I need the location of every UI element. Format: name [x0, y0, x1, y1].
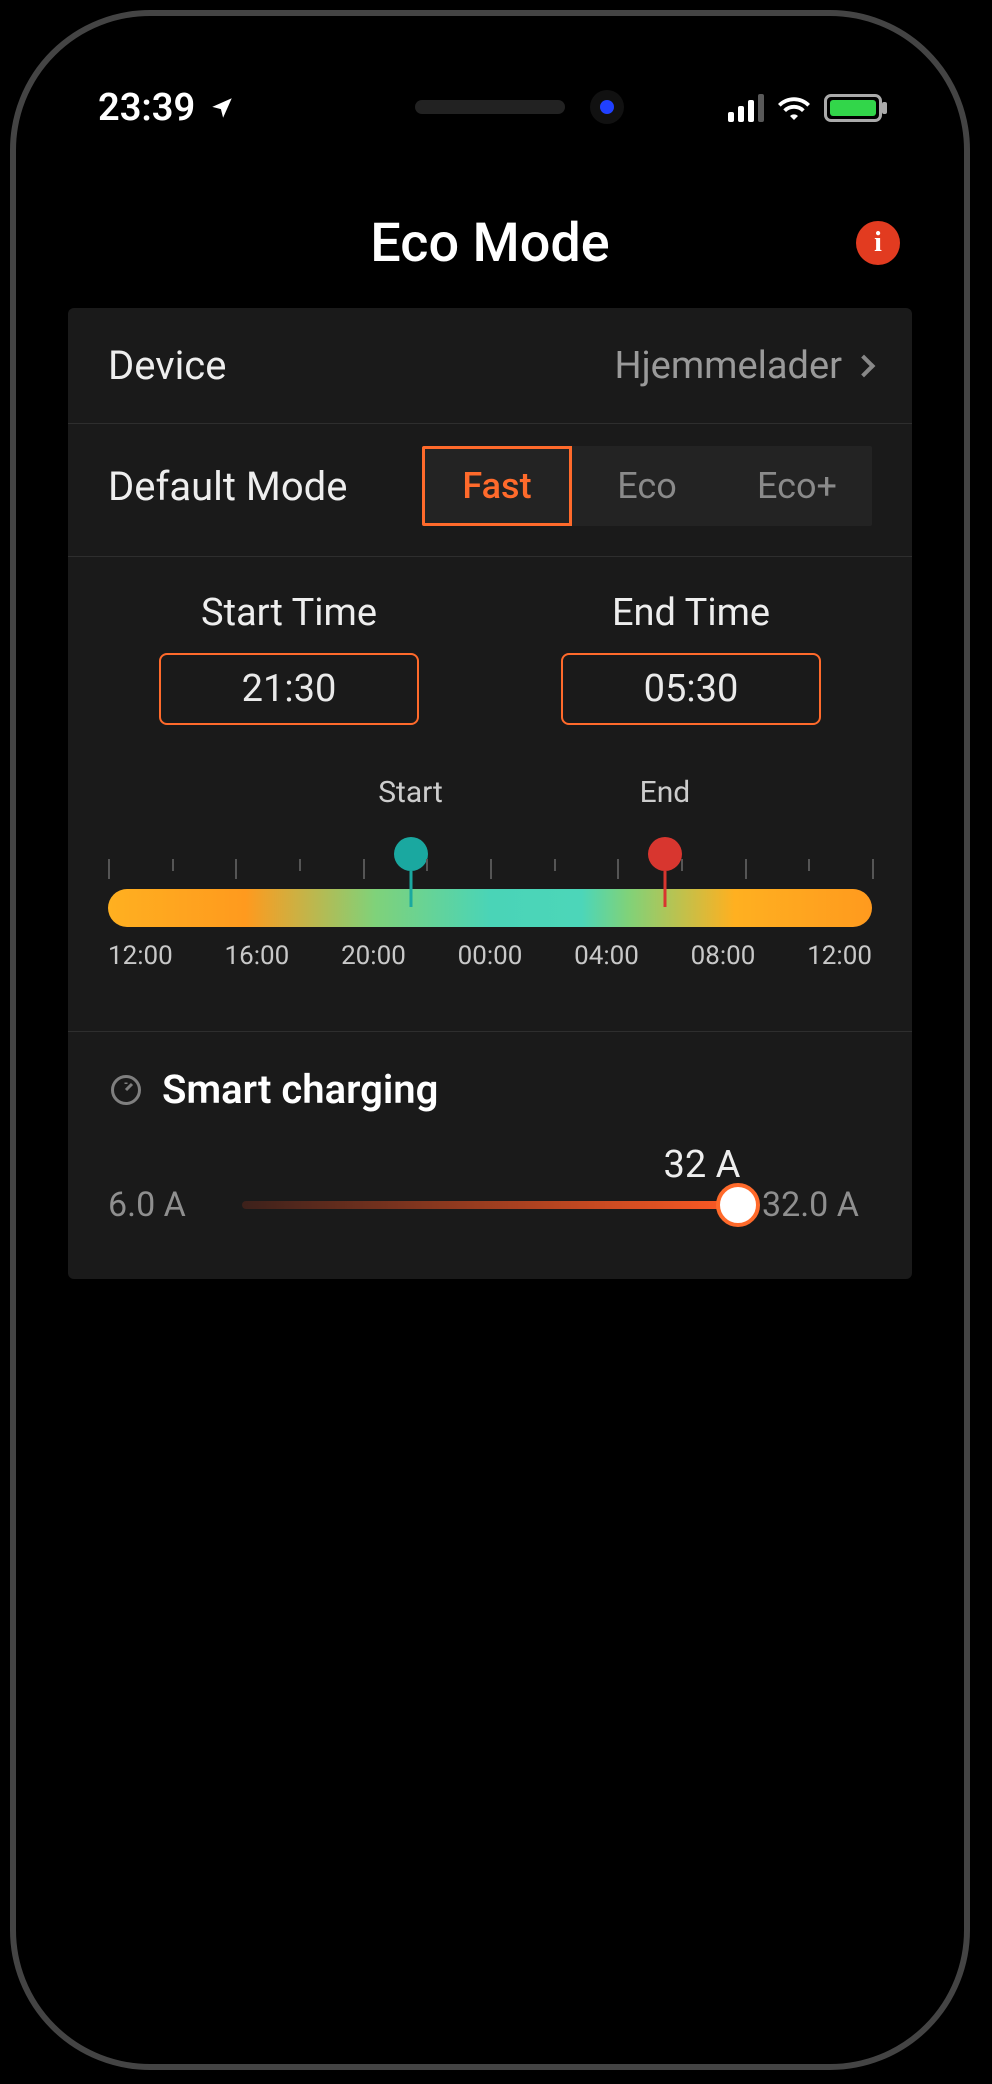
wifi-icon [778, 96, 810, 120]
location-icon [209, 95, 235, 121]
slider-max-label: 32.0 A [762, 1185, 872, 1225]
timeline-tick-label: 16:00 [225, 941, 290, 971]
page-header: Eco Mode i [28, 188, 952, 298]
timeline-tick-label: 12:00 [108, 941, 173, 971]
start-time-label: Start Time [201, 591, 377, 635]
device-label: Device [108, 342, 226, 389]
end-time-field[interactable]: 05:30 [561, 653, 821, 725]
timeline-ticks [108, 859, 872, 885]
slider-thumb[interactable] [716, 1183, 760, 1227]
slider-track [242, 1201, 738, 1209]
mode-option-ecoplus[interactable]: Eco+ [722, 449, 872, 523]
device-value: Hjemmelader [614, 344, 872, 388]
timeline: Start End 12:00 16:00 20:00 00:00 04:00 08:00… [108, 775, 872, 1001]
smart-charging-title: Smart charging [162, 1066, 438, 1113]
mode-row: Default Mode Fast Eco Eco+ [68, 423, 912, 556]
status-bar: 23:39 [28, 58, 952, 158]
status-time: 23:39 [98, 86, 195, 130]
mode-label: Default Mode [108, 463, 347, 510]
mode-option-fast[interactable]: Fast [422, 446, 572, 526]
mode-option-eco[interactable]: Eco [572, 449, 722, 523]
phone-frame: 23:39 Eco Mode i Device Hj [10, 10, 970, 2070]
mode-segmented: Fast Eco Eco+ [422, 446, 872, 526]
smart-charging-section: Smart charging 32 A 6.0 A 32.0 A [68, 1031, 912, 1279]
slider-value-label: 32 A [664, 1143, 741, 1187]
cell-signal-icon [728, 94, 764, 122]
start-time-field[interactable]: 21:30 [159, 653, 419, 725]
timeline-bar [108, 889, 872, 927]
battery-icon [824, 94, 882, 122]
page-title: Eco Mode [370, 212, 609, 275]
settings-card: Device Hjemmelader Default Mode Fast Eco… [68, 308, 912, 1279]
info-button[interactable]: i [856, 221, 900, 265]
timeline-tick-label: 20:00 [341, 941, 406, 971]
timeline-tick-label: 00:00 [458, 941, 523, 971]
current-slider[interactable] [242, 1185, 738, 1225]
phone-screen: 23:39 Eco Mode i Device Hj [28, 28, 952, 2052]
device-row[interactable]: Device Hjemmelader [68, 308, 912, 423]
slider-min-label: 6.0 A [108, 1185, 218, 1225]
time-section: Start Time 21:30 End Time 05:30 Start En… [68, 556, 912, 1031]
timeline-tick-label: 04:00 [574, 941, 639, 971]
chevron-right-icon [853, 354, 876, 377]
gauge-icon [108, 1072, 144, 1108]
timeline-axis: 12:00 16:00 20:00 00:00 04:00 08:00 12:00 [108, 941, 872, 971]
timeline-start-tag: Start [378, 775, 443, 810]
timeline-tick-label: 12:00 [807, 941, 872, 971]
end-time-label: End Time [612, 591, 770, 635]
timeline-end-tag: End [640, 775, 691, 810]
timeline-tick-label: 08:00 [691, 941, 756, 971]
